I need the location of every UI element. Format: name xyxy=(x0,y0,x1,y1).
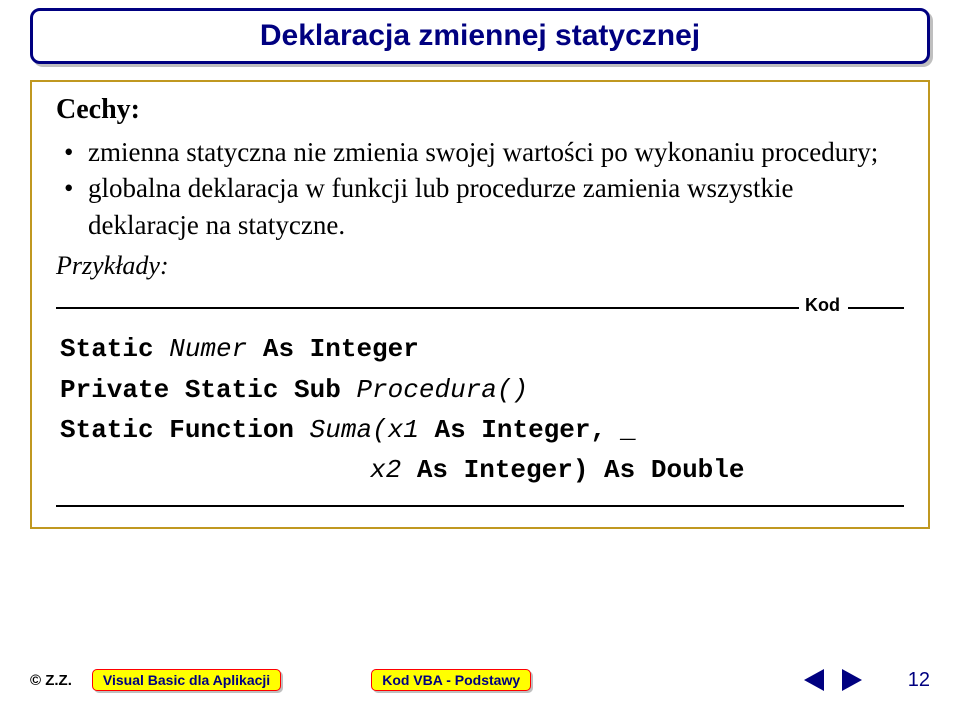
keyword: Private Static Sub xyxy=(60,375,356,405)
keyword: Static xyxy=(60,334,169,364)
examples-label: Przykłady: xyxy=(56,251,904,281)
content-box: Cechy: zmienna statyczna nie zmienia swo… xyxy=(30,80,930,529)
list-item: zmienna statyczna nie zmienia swojej war… xyxy=(64,134,904,170)
separator-line xyxy=(848,307,904,309)
identifier: x2 xyxy=(370,455,401,485)
code-line: x2 As Integer) As Double xyxy=(60,450,900,490)
list-item: globalna deklaracja w funkcji lub proced… xyxy=(64,170,904,243)
code-label: Kod xyxy=(801,295,844,316)
nav-controls: 12 xyxy=(804,669,930,692)
footer: © Z.Z. Visual Basic dla Aplikacji Kod VB… xyxy=(30,666,930,694)
keyword: As Integer) As Double xyxy=(401,455,744,485)
copyright: © Z.Z. xyxy=(30,672,72,689)
separator-line xyxy=(56,505,904,507)
keyword: Static Function xyxy=(60,415,310,445)
code-line: Static Function Suma(x1 As Integer, _ xyxy=(60,410,900,450)
identifier: Procedura() xyxy=(356,375,528,405)
code-separator: Kod xyxy=(56,295,904,319)
line-continuation: _ xyxy=(622,415,638,445)
prev-icon[interactable] xyxy=(804,669,824,691)
separator-line xyxy=(56,307,799,309)
page-number: 12 xyxy=(908,669,930,692)
keyword: As Integer, xyxy=(419,415,622,445)
code-block: Static Numer As Integer Private Static S… xyxy=(56,319,904,496)
bullet-list: zmienna statyczna nie zmienia swojej war… xyxy=(56,134,904,243)
next-icon[interactable] xyxy=(842,669,862,691)
footer-pill-app: Visual Basic dla Aplikacji xyxy=(92,669,281,691)
cechy-heading: Cechy: xyxy=(56,94,904,126)
footer-pill-topic: Kod VBA - Podstawy xyxy=(371,669,531,691)
code-line: Static Numer As Integer xyxy=(60,329,900,369)
slide-title: Deklaracja zmiennej statycznej xyxy=(260,19,700,53)
identifier: Suma(x1 xyxy=(310,415,419,445)
slide: Deklaracja zmiennej statycznej Cechy: zm… xyxy=(0,0,960,708)
code-line: Private Static Sub Procedura() xyxy=(60,370,900,410)
keyword: As Integer xyxy=(247,334,419,364)
title-bar: Deklaracja zmiennej statycznej xyxy=(30,8,930,64)
identifier: Numer xyxy=(169,334,247,364)
